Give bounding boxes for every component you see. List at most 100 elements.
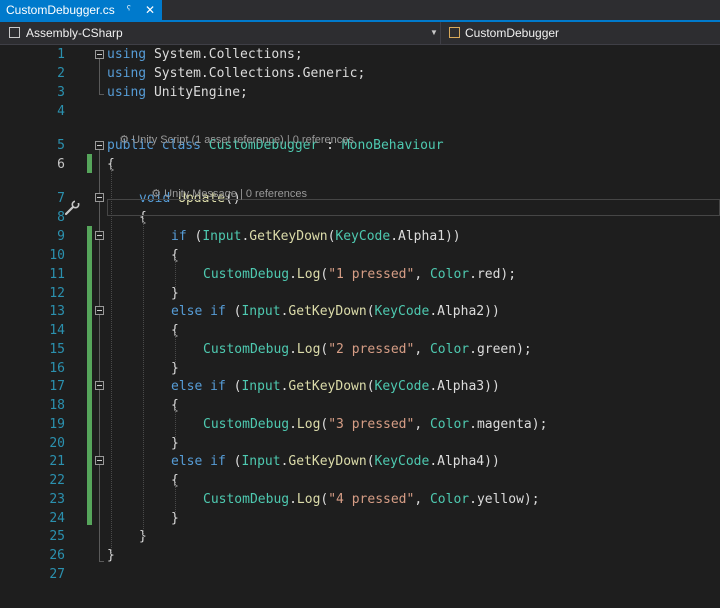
code-token: Input (202, 229, 242, 244)
codelens-class[interactable]: ⚙ Unity Script (1 asset reference) | 0 r… (107, 119, 354, 161)
code-token: UnityEngine; (153, 85, 248, 100)
code-token: using (107, 66, 147, 81)
line-number: 1 (57, 47, 65, 62)
code-token: Log (296, 267, 321, 282)
code-token: CustomDebug (203, 267, 290, 282)
line-number: 27 (49, 567, 65, 582)
code-line[interactable]: CustomDebug.Log("2 pressed", Color.green… (203, 340, 532, 359)
code-line[interactable]: using UnityEngine; (107, 83, 248, 102)
indent-guide (175, 256, 176, 289)
code-token: , (414, 417, 430, 432)
codelens-icon: ⚙ (119, 134, 133, 146)
wrench-icon[interactable] (64, 200, 82, 216)
code-token: System.Collections.Generic; (153, 66, 366, 81)
code-token: MonoBehaviour (341, 138, 444, 153)
code-token: Log (296, 342, 321, 357)
collapse-if-toggle[interactable] (95, 231, 104, 240)
code-token: , (414, 492, 430, 507)
code-token: if (210, 454, 226, 469)
line-number: 3 (57, 85, 65, 100)
code-token: Color (429, 342, 470, 357)
code-token: GetKeyDown (288, 304, 367, 319)
code-token: Color (429, 267, 470, 282)
code-line[interactable]: using System.Collections; (107, 45, 303, 64)
code-token: "3 pressed" (328, 417, 415, 432)
code-line[interactable]: else if (Input.GetKeyDown(KeyCode.Alpha3… (171, 377, 500, 396)
code-token: KeyCode (374, 304, 430, 319)
code-token: if (210, 379, 226, 394)
outline-end (99, 561, 104, 562)
code-token: else (171, 454, 203, 469)
codelens-class-text[interactable]: Unity Script (1 asset reference) | 0 ref… (132, 134, 354, 146)
navigation-bar: Assembly-CSharp ▼ CustomDebugger (0, 22, 720, 45)
code-token: ( (366, 379, 375, 394)
code-line[interactable]: else if (Input.GetKeyDown(KeyCode.Alpha2… (171, 302, 500, 321)
line-number: 19 (49, 417, 65, 432)
line-number: 6 (57, 157, 65, 172)
code-token: ( (366, 304, 375, 319)
code-line[interactable]: if (Input.GetKeyDown(KeyCode.Alpha1)) (171, 227, 461, 246)
line-number: 20 (49, 436, 65, 451)
indent-guide (175, 406, 176, 439)
line-number: 10 (49, 248, 65, 263)
code-line[interactable]: using System.Collections.Generic; (107, 64, 365, 83)
line-number: 25 (49, 529, 65, 544)
code-token: GetKeyDown (249, 229, 328, 244)
line-number: 16 (49, 361, 65, 376)
code-token: . (289, 492, 297, 507)
member-dropdown[interactable]: CustomDebugger (446, 22, 720, 44)
line-number: 8 (57, 210, 65, 225)
chevron-down-icon[interactable]: ▼ (430, 22, 438, 44)
line-number: 22 (49, 473, 65, 488)
csharp-project-icon (9, 27, 20, 38)
code-editor[interactable]: 1 2 3 4 5 6 7 8 9 10 11 12 13 14 15 16 17 18 19 20 21 22 23 24 2… (0, 45, 720, 608)
code-token: Log (296, 417, 321, 432)
codelens-icon: ⚙ (151, 188, 165, 200)
line-number: 24 (49, 511, 65, 526)
line-number: 5 (57, 138, 65, 153)
codelens-method[interactable]: ⚙ Unity Message | 0 references (139, 173, 307, 215)
collapse-usings-toggle[interactable] (95, 50, 104, 59)
project-label: Assembly-CSharp (26, 26, 123, 40)
code-token: System.Collections; (153, 47, 303, 62)
code-token: .magenta); (469, 417, 548, 432)
code-line[interactable]: CustomDebug.Log("4 pressed", Color.yello… (203, 490, 540, 509)
project-dropdown[interactable]: Assembly-CSharp ▼ (0, 22, 441, 44)
member-label: CustomDebugger (465, 26, 560, 40)
code-token: "4 pressed" (328, 492, 415, 507)
pin-icon[interactable]: ˤ (127, 0, 131, 20)
indent-guide (175, 481, 176, 514)
code-token: . (289, 417, 297, 432)
code-line[interactable]: CustomDebug.Log("1 pressed", Color.red); (203, 265, 516, 284)
line-number: 15 (49, 342, 65, 357)
code-token: .red); (469, 267, 517, 282)
code-line[interactable]: CustomDebug.Log("3 pressed", Color.magen… (203, 415, 547, 434)
line-number: 9 (57, 229, 65, 244)
code-token: else (171, 304, 203, 319)
code-token: Log (296, 492, 321, 507)
code-token: using (107, 85, 147, 100)
line-number: 21 (49, 454, 65, 469)
code-token: Input (241, 454, 281, 469)
collapse-elseif-toggle[interactable] (95, 381, 104, 390)
code-line[interactable]: else if (Input.GetKeyDown(KeyCode.Alpha4… (171, 452, 500, 471)
line-number: 18 (49, 398, 65, 413)
close-icon[interactable]: ✕ (145, 0, 155, 20)
tab-title: CustomDebugger.cs (6, 3, 115, 17)
code-token: . (289, 267, 297, 282)
collapse-update-toggle[interactable] (95, 193, 104, 202)
code-token: .green); (469, 342, 532, 357)
code-token: if (171, 229, 187, 244)
collapse-class-toggle[interactable] (95, 141, 104, 150)
indent-guide (143, 219, 144, 537)
code-token: .Alpha4)) (429, 454, 500, 469)
tab-customdebugger[interactable]: CustomDebugger.cs ˤ ✕ (0, 0, 162, 20)
collapse-elseif-toggle[interactable] (95, 456, 104, 465)
code-token: Color (429, 417, 470, 432)
line-number: 13 (49, 304, 65, 319)
class-icon (449, 27, 460, 38)
code-token: KeyCode (335, 229, 391, 244)
code-token: "2 pressed" (328, 342, 415, 357)
codelens-method-text[interactable]: Unity Message | 0 references (164, 188, 307, 200)
collapse-elseif-toggle[interactable] (95, 306, 104, 315)
